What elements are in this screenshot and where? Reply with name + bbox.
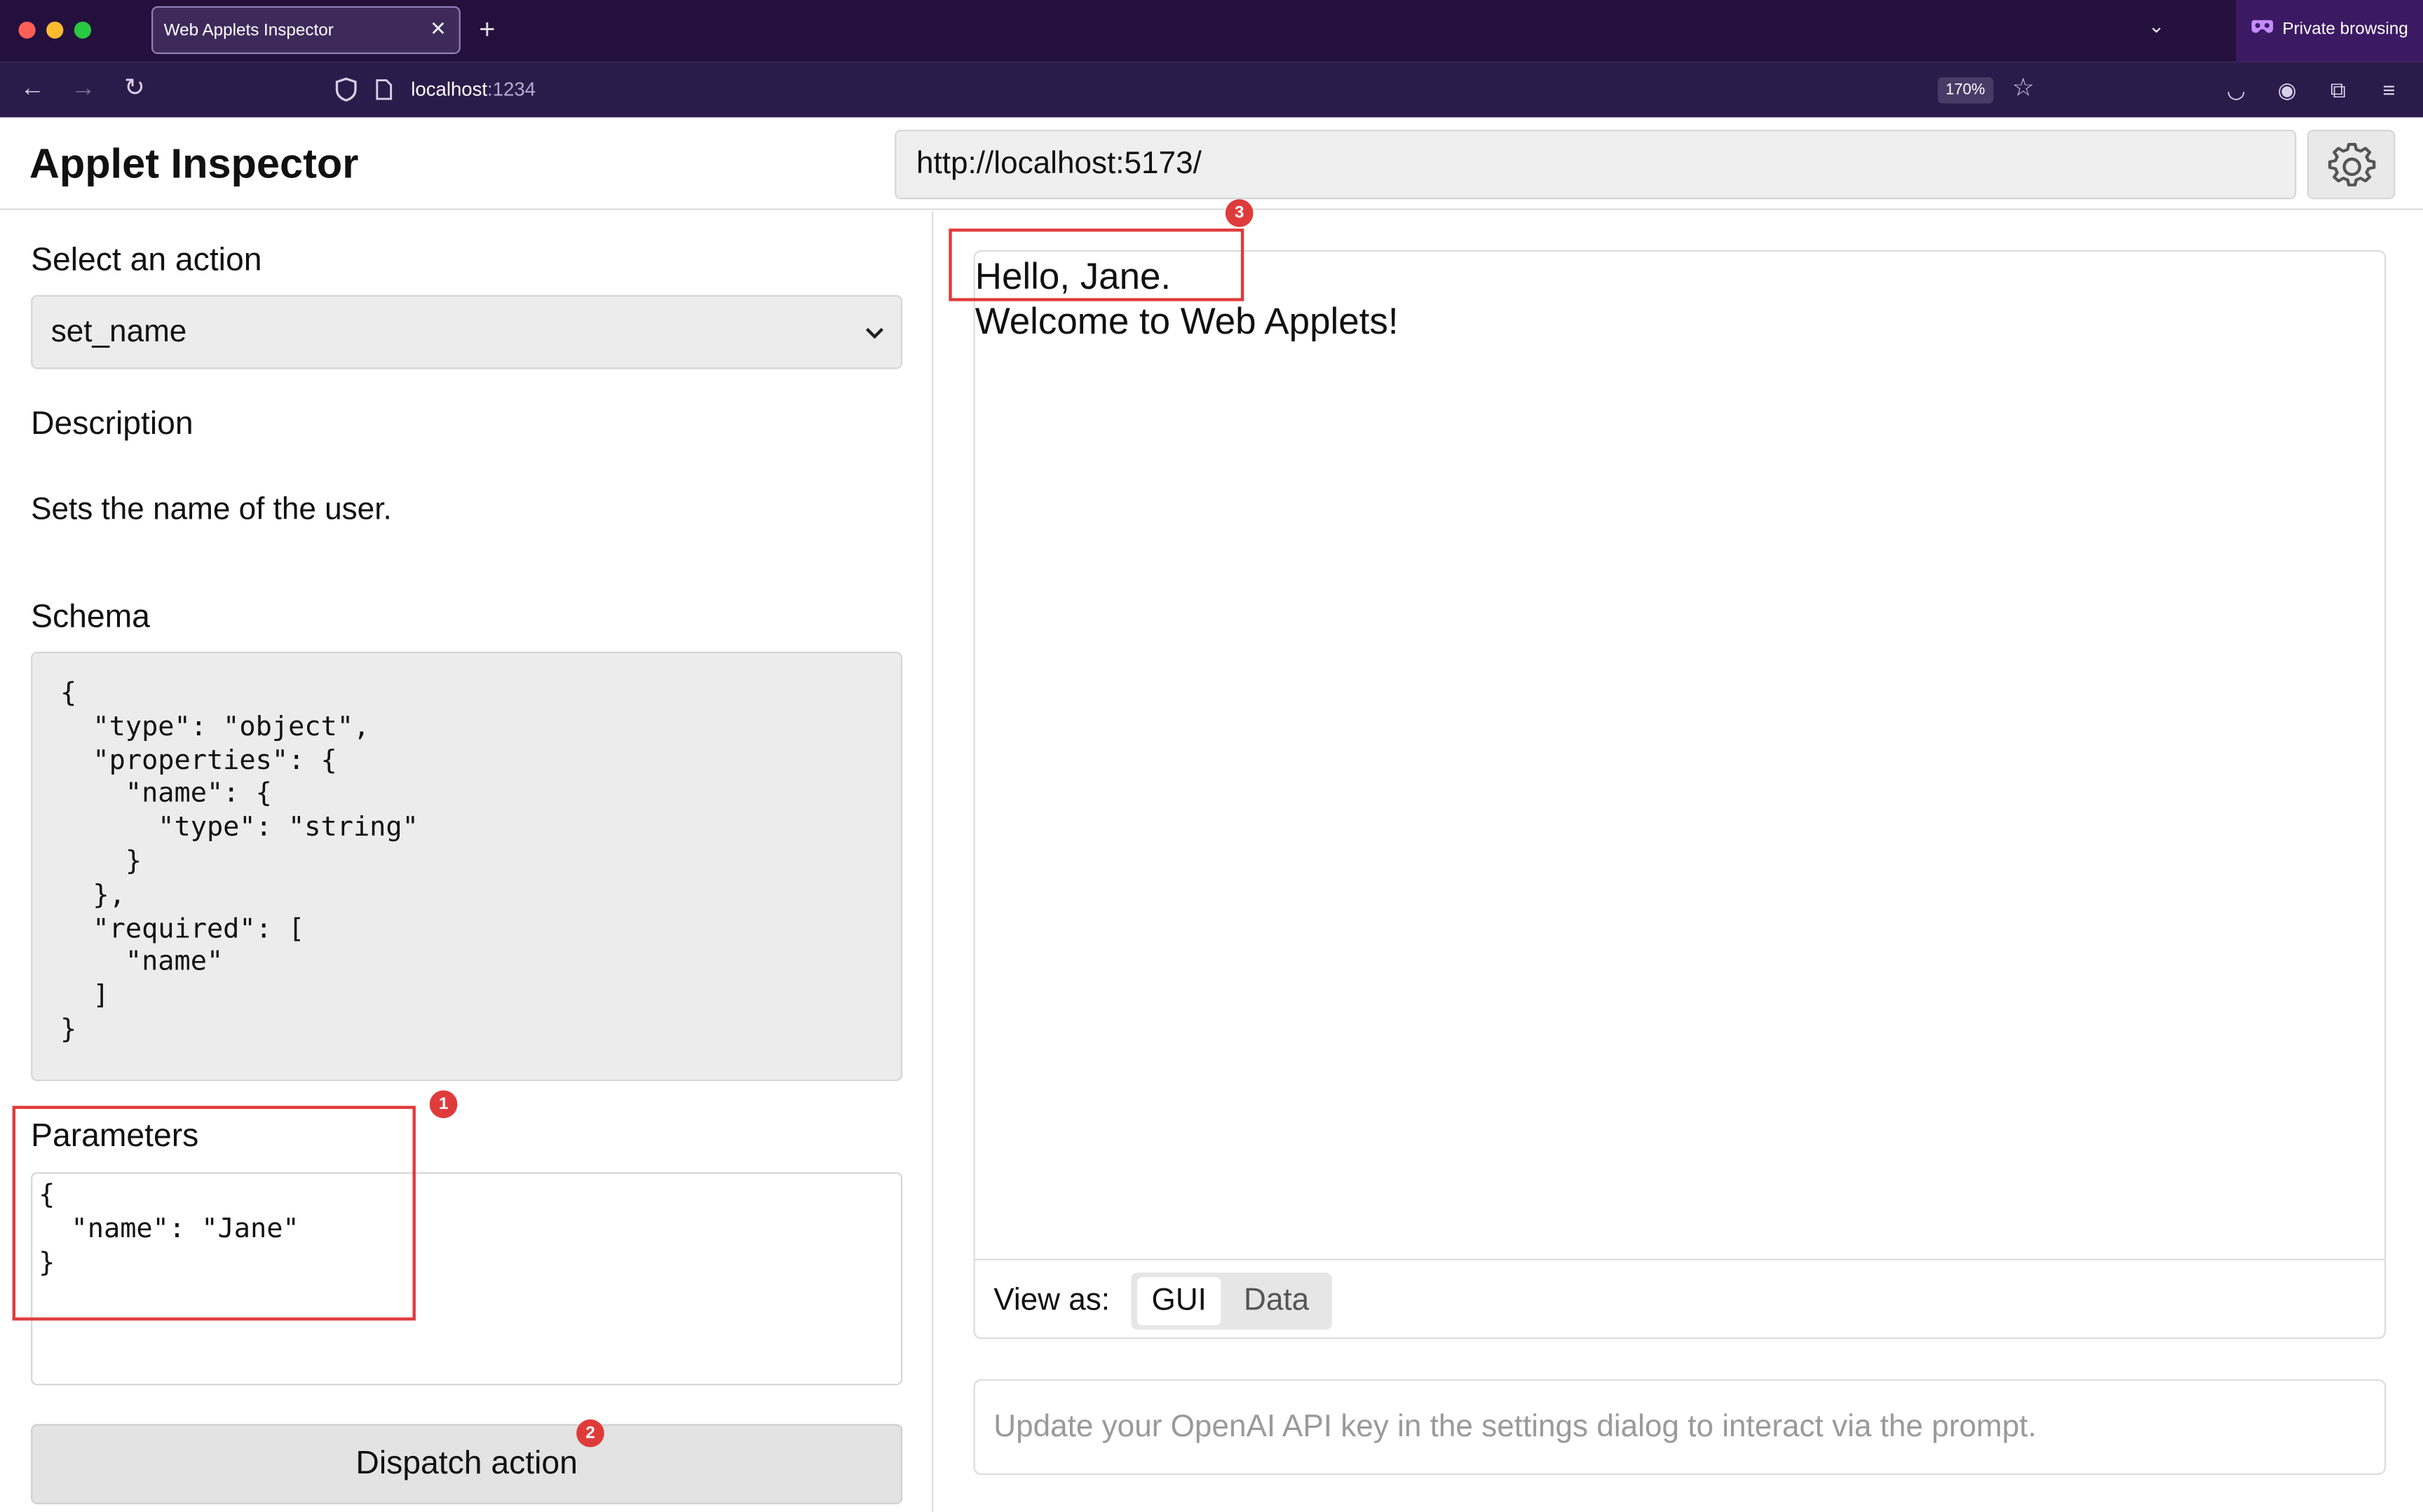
app-header: Applet Inspector http://localhost:5173/ (0, 117, 2423, 210)
private-browsing-indicator: Private browsing (2236, 0, 2423, 62)
screen: Web Applets Inspector ✕ + ⌄ Private brow… (0, 0, 2423, 1512)
list-tabs-icon[interactable]: ⌄ (2148, 14, 2165, 39)
url-host: localhost (411, 79, 488, 101)
chevron-down-icon (865, 327, 884, 339)
select-action-heading: Select an action (31, 242, 262, 278)
action-select[interactable]: set_name (31, 294, 903, 369)
settings-button[interactable] (2307, 130, 2396, 200)
page-icon (376, 79, 393, 100)
close-window-button[interactable] (18, 21, 36, 39)
browser-tab[interactable]: Web Applets Inspector ✕ (151, 6, 461, 55)
bookmark-star-icon[interactable]: ☆ (2012, 73, 2035, 104)
extensions-icon[interactable]: ⧉ (2323, 74, 2354, 105)
annotation-badge-3: 3 (1225, 199, 1254, 227)
minimize-window-button[interactable] (46, 21, 64, 39)
schema-heading: Schema (31, 599, 150, 635)
description-heading: Description (31, 406, 194, 442)
menu-icon[interactable]: ≡ (2373, 74, 2404, 105)
new-tab-button[interactable]: + (479, 14, 495, 45)
account-icon[interactable]: ◉ (2272, 74, 2302, 105)
prompt-input[interactable]: Update your OpenAI API key in the settin… (973, 1379, 2387, 1476)
view-data-button[interactable]: Data (1236, 1277, 1317, 1325)
schema-code: { "type": "object", "properties": { "nam… (31, 651, 903, 1082)
pocket-icon[interactable]: ◡ (2220, 74, 2251, 105)
back-icon[interactable]: ← (17, 74, 48, 105)
forward-icon[interactable]: → (68, 74, 99, 105)
dispatch-action-button[interactable]: Dispatch action (31, 1424, 903, 1505)
browser-nav-bar: ← → ↻ localhost:1234 170% ☆ ◡ ◉ ⧉ ≡ (0, 62, 2423, 118)
annotation-box-parameters (12, 1105, 416, 1321)
annotation-badge-2: 2 (576, 1419, 604, 1448)
applet-welcome: Welcome to Web Applets! (975, 301, 1399, 343)
annotation-box-greeting (949, 229, 1244, 301)
maximize-window-button[interactable] (74, 21, 92, 39)
view-gui-button[interactable]: GUI (1137, 1277, 1221, 1326)
view-as-bar: View as: GUI Data (975, 1258, 2384, 1340)
mask-icon (2251, 20, 2274, 33)
applet-frame[interactable]: Hello, Jane. Welcome to Web Applets! Vie… (973, 250, 2387, 1340)
action-select-value: set_name (50, 315, 187, 349)
annotation-badge-1: 1 (429, 1090, 458, 1119)
url-text: localhost:1234 (411, 79, 536, 100)
tab-title: Web Applets Inspector (163, 21, 334, 41)
zoom-level-button[interactable]: 170% (1937, 77, 1993, 104)
view-as-label: View as: (993, 1283, 1111, 1318)
url-port: :1234 (487, 79, 536, 101)
tab-close-icon[interactable]: ✕ (430, 17, 447, 41)
applet-url-input[interactable]: http://localhost:5173/ (895, 130, 2297, 200)
private-browsing-label: Private browsing (2282, 20, 2408, 39)
browser-tab-bar: Web Applets Inspector ✕ + ⌄ Private brow… (0, 0, 2423, 62)
action-description: Sets the name of the user. (31, 492, 392, 527)
page-title: Applet Inspector (29, 140, 359, 187)
view-mode-toggle: GUI Data (1131, 1272, 1332, 1330)
shield-icon[interactable] (335, 77, 357, 102)
url-bar[interactable]: localhost:1234 170% ☆ (324, 66, 2049, 113)
reload-icon[interactable]: ↻ (119, 74, 150, 105)
gear-icon (2328, 142, 2376, 186)
